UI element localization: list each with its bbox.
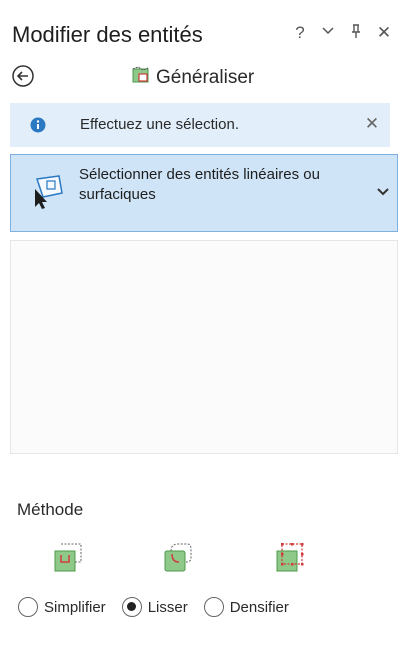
generalize-icon: [130, 65, 152, 90]
radio-button-checked[interactable]: [121, 597, 142, 617]
chevron-down-icon[interactable]: [375, 183, 391, 199]
tool-name: Généraliser: [130, 65, 254, 90]
radio-densifier[interactable]: Densifier: [203, 597, 289, 617]
close-icon[interactable]: ✕: [376, 24, 392, 42]
smooth-icon: [162, 540, 194, 574]
close-icon[interactable]: ✕: [362, 114, 382, 134]
selection-list[interactable]: [10, 240, 398, 454]
pane-controls: ? ✕: [292, 23, 392, 43]
radio-button[interactable]: [18, 597, 38, 617]
tool-title: Généraliser: [156, 66, 255, 88]
method-label: Méthode: [17, 500, 84, 519]
pane-titlebar: Modifier des entités ? ✕: [0, 0, 400, 60]
info-bar: Effectuez une sélection. ✕: [10, 103, 390, 147]
radio-lisser[interactable]: Lisser: [121, 597, 188, 617]
radio-simplifier[interactable]: Simplifier: [18, 597, 106, 617]
help-icon[interactable]: ?: [292, 24, 308, 42]
pane-title: Modifier des entités: [12, 22, 203, 47]
tool-header: Généraliser: [0, 62, 400, 92]
method-radio-group: Simplifier Lisser Densifier: [18, 594, 305, 620]
radio-button[interactable]: [203, 597, 224, 617]
select-features-icon: [29, 173, 67, 211]
pin-icon[interactable]: [348, 23, 364, 43]
back-arrow-circle-icon[interactable]: [11, 64, 35, 88]
radio-label: Densifier: [229, 598, 289, 616]
options-dropdown-icon[interactable]: [320, 24, 336, 42]
radio-label: Lisser: [147, 598, 188, 616]
info-icon: [30, 117, 46, 133]
simplify-icon: [52, 540, 84, 574]
radio-label: Simplifier: [44, 598, 106, 616]
densify-icon: [274, 540, 306, 574]
select-features-label: Sélectionner des entités linéaires ou su…: [79, 166, 320, 203]
info-message: Effectuez une sélection.: [80, 116, 239, 133]
select-features-dropdown[interactable]: Sélectionner des entités linéaires ou su…: [10, 154, 398, 232]
